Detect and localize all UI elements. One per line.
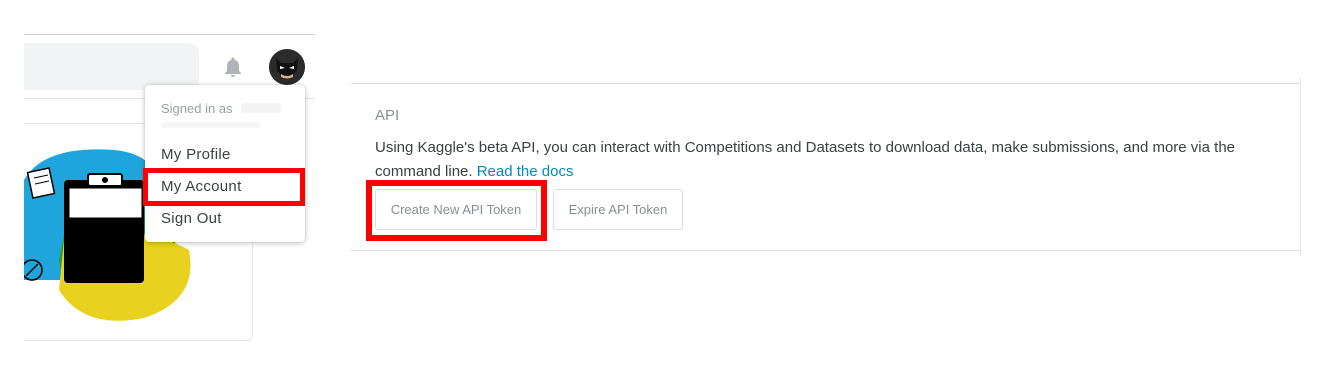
expire-api-token-button[interactable]: Expire API Token — [553, 189, 683, 230]
api-card-right-border — [1300, 77, 1301, 257]
redacted-email — [161, 122, 261, 128]
menu-item-sign-out[interactable]: Sign Out — [161, 210, 222, 227]
screen: Signed in as My Profile My Account Sign … — [0, 0, 1332, 388]
search-input[interactable] — [24, 43, 199, 90]
api-description: Using Kaggle's beta API, you can interac… — [375, 136, 1265, 184]
read-the-docs-link[interactable]: Read the docs — [477, 163, 574, 180]
signed-in-as-label: Signed in as — [161, 101, 233, 116]
api-section-title: API — [375, 107, 400, 124]
avatar-icon[interactable] — [269, 49, 305, 85]
highlight-box-my-account — [143, 168, 305, 206]
api-card-top-border — [351, 83, 1301, 84]
account-dropdown-menu: Signed in as My Profile My Account Sign … — [145, 85, 305, 242]
bell-icon[interactable] — [221, 55, 245, 79]
redacted-username — [241, 103, 281, 113]
highlight-box-create-token — [366, 180, 547, 241]
top-divider — [24, 34, 315, 35]
menu-item-my-profile[interactable]: My Profile — [161, 146, 231, 163]
api-card-bottom-border — [351, 250, 1301, 251]
